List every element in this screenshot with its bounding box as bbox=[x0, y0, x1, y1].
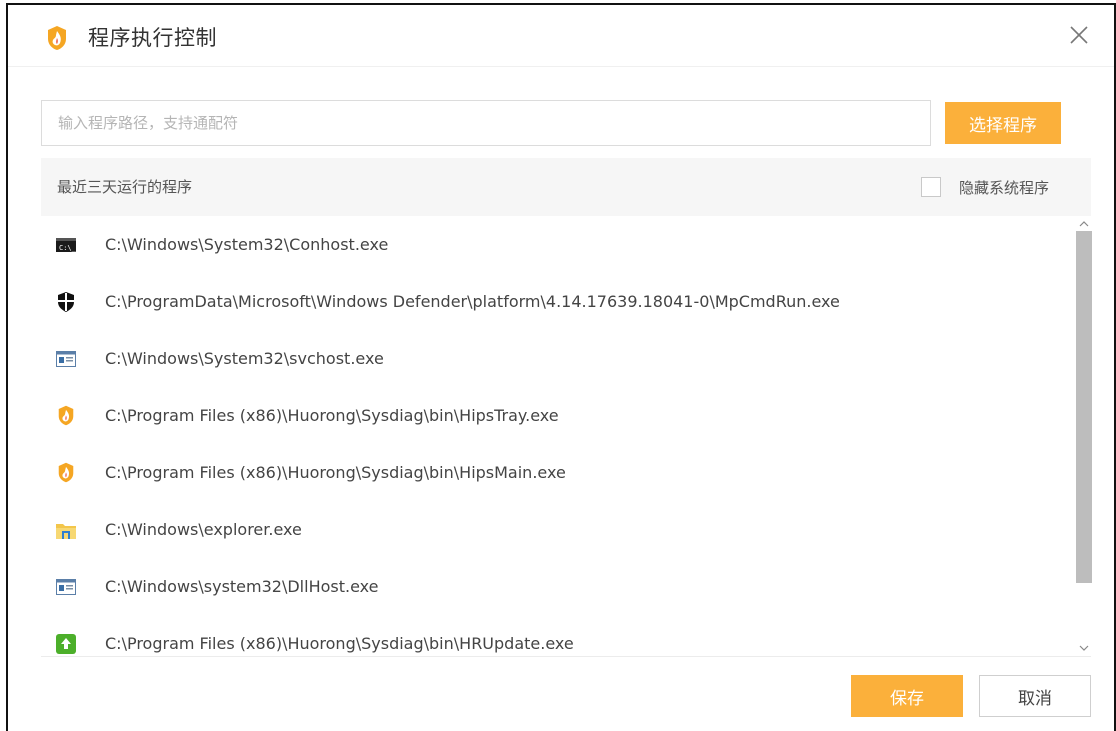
huorong-icon bbox=[55, 462, 77, 484]
window-app-icon bbox=[55, 576, 77, 598]
huorong-icon bbox=[55, 405, 77, 427]
program-path: C:\ProgramData\Microsoft\Windows Defende… bbox=[105, 292, 840, 311]
huorong-logo-icon bbox=[48, 26, 66, 50]
list-item[interactable]: C:\Program Files (x86)\Huorong\Sysdiag\b… bbox=[41, 615, 1071, 656]
cancel-button[interactable]: 取消 bbox=[979, 675, 1091, 717]
hide-system-programs-toggle[interactable]: 隐藏系统程序 bbox=[921, 174, 1049, 200]
hide-system-label: 隐藏系统程序 bbox=[959, 178, 1050, 197]
footer-divider bbox=[41, 656, 1091, 657]
scrollbar-thumb[interactable] bbox=[1076, 231, 1092, 583]
defender-shield-icon bbox=[55, 291, 77, 313]
update-icon bbox=[55, 633, 77, 655]
recent-programs-label: 最近三天运行的程序 bbox=[57, 178, 193, 196]
program-path: C:\Windows\System32\Conhost.exe bbox=[105, 235, 389, 254]
save-button[interactable]: 保存 bbox=[851, 675, 963, 717]
hide-system-checkbox[interactable] bbox=[921, 177, 941, 197]
window-app-icon bbox=[55, 348, 77, 370]
list-item[interactable]: C:\_ C:\Windows\System32\Conhost.exe bbox=[41, 216, 1071, 273]
program-path: C:\Program Files (x86)\Huorong\Sysdiag\b… bbox=[105, 634, 574, 653]
list-item[interactable]: C:\Windows\system32\DllHost.exe bbox=[41, 558, 1071, 615]
window-title: 程序执行控制 bbox=[88, 26, 217, 50]
list-item[interactable]: C:\ProgramData\Microsoft\Windows Defende… bbox=[41, 273, 1071, 330]
choose-program-button[interactable]: 选择程序 bbox=[945, 102, 1061, 144]
program-list: C:\_ C:\Windows\System32\Conhost.exe C:\… bbox=[41, 216, 1091, 656]
list-item[interactable]: C:\Program Files (x86)\Huorong\Sysdiag\b… bbox=[41, 387, 1071, 444]
explorer-folder-icon bbox=[55, 519, 77, 541]
program-execution-control-dialog: 程序执行控制 选择程序 最近三天运行的程序 隐藏系统程序 C:\_ C:\Win… bbox=[6, 3, 1116, 731]
close-icon[interactable] bbox=[1066, 22, 1092, 48]
program-path: C:\Program Files (x86)\Huorong\Sysdiag\b… bbox=[105, 406, 559, 425]
program-path: C:\Windows\system32\DllHost.exe bbox=[105, 577, 379, 596]
list-item[interactable]: C:\Windows\explorer.exe bbox=[41, 501, 1071, 558]
scroll-down-icon[interactable] bbox=[1077, 641, 1091, 655]
recent-programs-header: 最近三天运行的程序 隐藏系统程序 bbox=[41, 158, 1091, 216]
program-path-input[interactable] bbox=[41, 100, 931, 146]
program-path: C:\Windows\System32\svchost.exe bbox=[105, 349, 384, 368]
console-icon: C:\_ bbox=[55, 234, 77, 256]
list-item[interactable]: C:\Program Files (x86)\Huorong\Sysdiag\b… bbox=[41, 444, 1071, 501]
program-path: C:\Program Files (x86)\Huorong\Sysdiag\b… bbox=[105, 463, 566, 482]
svg-text:C:\_: C:\_ bbox=[59, 244, 76, 252]
scroll-up-icon[interactable] bbox=[1077, 217, 1091, 231]
list-item[interactable]: C:\Windows\System32\svchost.exe bbox=[41, 330, 1071, 387]
program-path: C:\Windows\explorer.exe bbox=[105, 520, 302, 539]
title-bar: 程序执行控制 bbox=[8, 5, 1114, 67]
